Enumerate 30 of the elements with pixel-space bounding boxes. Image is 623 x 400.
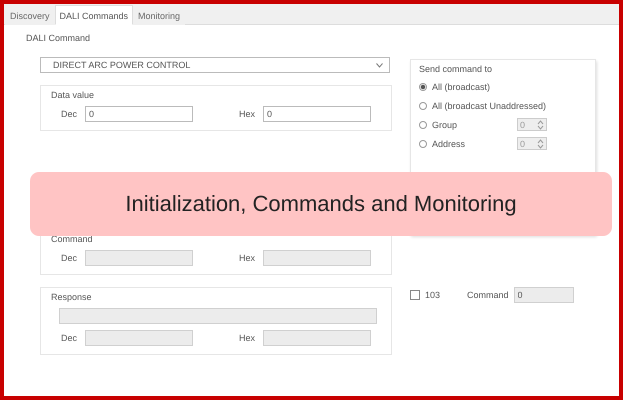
radio-label: Group [432, 120, 458, 130]
field-label: Hex [239, 333, 256, 343]
field-label: Command [467, 290, 509, 300]
radio-label: Address [432, 138, 466, 148]
group-title: Send command to [419, 64, 492, 74]
radio-label: All (broadcast Unaddressed) [432, 100, 546, 110]
field-label: Dec [61, 333, 78, 343]
radio-button[interactable] [419, 120, 427, 128]
spinner-arrows-icon [537, 118, 544, 130]
input-field[interactable]: 0 [263, 106, 371, 122]
tab[interactable]: DALI Commands [54, 5, 134, 25]
field-label: Hex [239, 109, 256, 119]
checkbox-label: 103 [425, 290, 440, 300]
input-field[interactable]: 0 [85, 106, 193, 122]
checkbox[interactable] [410, 290, 420, 300]
radio-button[interactable] [419, 82, 427, 90]
group-title: DALI Command [26, 33, 90, 43]
group-title: Data value [51, 90, 94, 100]
caret-icon [376, 62, 383, 68]
caption-banner: Initialization, Commands and Monitoring [30, 172, 612, 236]
radio-button[interactable] [419, 102, 427, 110]
field-label: Dec [61, 109, 78, 119]
field-label: Dec [61, 253, 78, 263]
radio-label: All (broadcast) [432, 82, 490, 92]
command-dropdown[interactable]: DIRECT ARC POWER CONTROL [40, 57, 390, 73]
group-title: Response [51, 292, 92, 302]
spinner-arrows-icon [537, 138, 544, 150]
field-label: Hex [239, 253, 256, 263]
radio-button[interactable] [419, 140, 427, 148]
group-title: Command [51, 234, 93, 244]
